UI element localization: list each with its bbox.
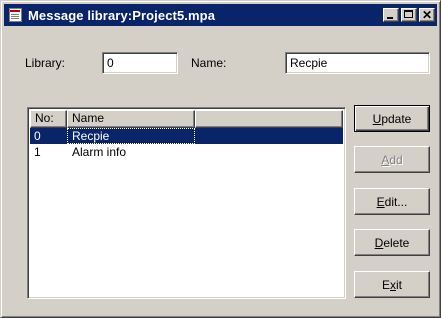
list-item-no: 0	[30, 128, 67, 144]
name-label: Name:	[191, 56, 227, 70]
close-icon: ✕	[421, 8, 433, 22]
column-header-no[interactable]: No:	[30, 110, 67, 128]
delete-button[interactable]: Delete	[354, 229, 430, 256]
minimize-icon	[387, 17, 393, 19]
list-item-name: Alarm info	[72, 145, 127, 159]
name-input[interactable]: Recpie	[285, 52, 430, 74]
document-icon	[8, 7, 24, 23]
update-button[interactable]: Update	[354, 105, 430, 132]
column-header-name[interactable]: Name	[67, 110, 195, 128]
maximize-icon	[404, 10, 413, 18]
add-button[interactable]: Add	[354, 146, 430, 173]
close-button[interactable]: ✕	[419, 8, 435, 22]
message-list[interactable]: No: Name 0 Recpie 1 Alarm info	[27, 107, 346, 299]
list-item[interactable]: 1 Alarm info	[30, 144, 343, 160]
title-bar-controls: ✕	[381, 8, 435, 22]
minimize-button[interactable]	[383, 8, 399, 22]
list-item-no: 1	[34, 145, 41, 159]
column-header-empty[interactable]	[195, 110, 343, 128]
edit-button[interactable]: Edit...	[354, 188, 430, 215]
title-bar[interactable]: Message library:Project5.mpa ✕	[4, 4, 437, 26]
list-header: No: Name	[30, 110, 343, 128]
window-title: Message library:Project5.mpa	[28, 7, 216, 23]
message-library-window: Message library:Project5.mpa ✕ Library: …	[0, 0, 441, 318]
library-input[interactable]: 0	[102, 52, 178, 74]
exit-button[interactable]: Exit	[354, 271, 430, 298]
library-label: Library:	[25, 56, 66, 70]
maximize-button[interactable]	[401, 8, 417, 22]
list-item[interactable]: 0 Recpie	[30, 128, 343, 144]
list-item-name: Recpie	[67, 128, 195, 144]
